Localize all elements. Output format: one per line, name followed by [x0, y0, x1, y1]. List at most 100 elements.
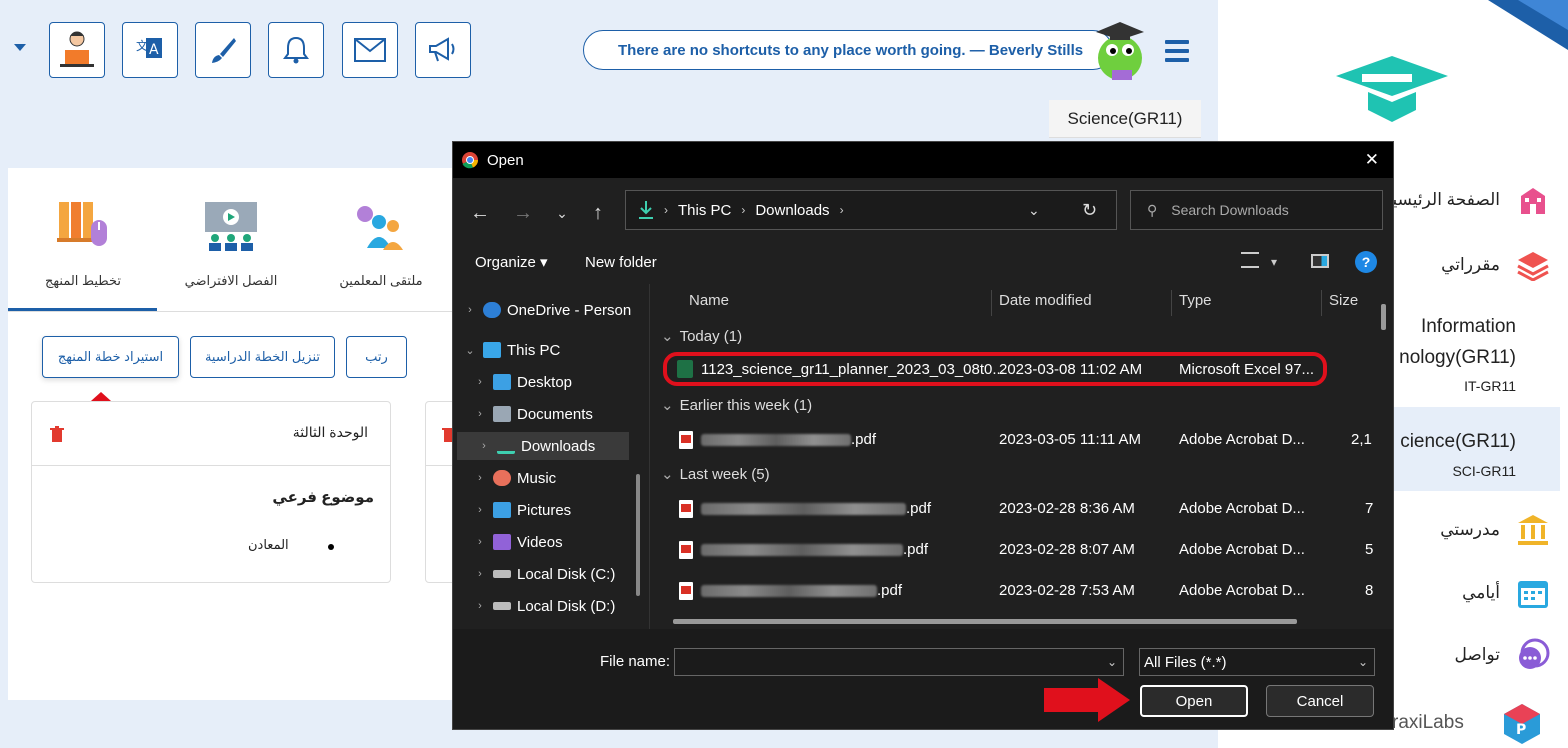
back-arrow-icon[interactable]: ←: [465, 198, 495, 228]
drive-icon: [493, 602, 511, 610]
mail-button[interactable]: [342, 22, 398, 78]
tree-item-desktop[interactable]: › Desktop: [453, 368, 639, 396]
view-list-icon[interactable]: [1241, 252, 1259, 268]
mascot-image: [1088, 14, 1152, 84]
chevron-down-icon: ⌄: [1106, 655, 1117, 669]
chat-icon: [1514, 636, 1552, 674]
tree-item-documents[interactable]: › Documents: [453, 400, 639, 428]
tree-item-downloads[interactable]: › Downloads: [457, 432, 629, 460]
pdf-icon: [679, 582, 693, 600]
download-plan-button[interactable]: تنزيل الخطة الدراسية: [190, 336, 335, 378]
announcements-button[interactable]: [415, 22, 471, 78]
recent-chevron-icon[interactable]: ⌄: [547, 198, 577, 228]
tree-item-this-pc[interactable]: ⌄ This PC: [453, 336, 639, 364]
tree-item-local-disk-d[interactable]: › Local Disk (D:): [453, 592, 639, 620]
tree-scrollbar[interactable]: [636, 474, 640, 596]
organize-button[interactable]: Organize ▾: [475, 253, 548, 271]
breadcrumb-this-pc[interactable]: This PC: [678, 202, 731, 219]
file-type: Adobe Acrobat D...: [1179, 541, 1305, 558]
computer-icon: [483, 342, 501, 358]
highlight-ellipse: [663, 352, 1327, 386]
drive-icon: [493, 570, 511, 578]
calendar-icon: [1514, 574, 1552, 612]
file-date: 2023-02-28 7:53 AM: [999, 582, 1135, 599]
file-list: Name Date modified Type Size ⌄ Today (1) …: [651, 284, 1393, 629]
brush-button[interactable]: [195, 22, 251, 78]
notifications-button[interactable]: [268, 22, 324, 78]
file-type-filter-select[interactable]: All Files (*.*) ⌄: [1139, 648, 1375, 676]
tree-item-pictures[interactable]: › Pictures: [453, 496, 639, 524]
teachers-forum-icon: [357, 206, 403, 250]
command-bar: Organize ▾ New folder ▾ ?: [453, 242, 1393, 282]
cloud-icon: [483, 302, 501, 318]
tab-virtual-classroom[interactable]: الفصل الافتراضي: [156, 198, 306, 289]
brush-icon: [212, 38, 236, 63]
tab-label: ملتقى المعلمين: [339, 273, 423, 288]
music-icon: [493, 470, 511, 486]
desktop-icon: [493, 374, 511, 390]
address-bar[interactable]: › This PC › Downloads › ⌄ ↻: [625, 190, 1117, 230]
up-arrow-icon[interactable]: ↑: [583, 198, 613, 228]
menu-icon[interactable]: [1165, 40, 1189, 67]
file-type: Adobe Acrobat D...: [1179, 431, 1305, 448]
file-size: 2,1: [1351, 431, 1372, 448]
chevron-right-icon: ›: [741, 203, 746, 217]
cancel-button[interactable]: Cancel: [1266, 685, 1374, 717]
group-today[interactable]: ⌄ Today (1): [661, 324, 742, 348]
forward-arrow-icon[interactable]: →: [508, 198, 538, 228]
file-name-label: File name:: [600, 653, 671, 670]
refresh-icon[interactable]: ↻: [1082, 200, 1097, 221]
quote-text: There are no shortcuts to any place wort…: [618, 41, 1084, 59]
file-type: Adobe Acrobat D...: [1179, 582, 1305, 599]
course-tag: Science(GR11): [1049, 100, 1201, 138]
breadcrumb-downloads[interactable]: Downloads: [755, 202, 829, 219]
preview-pane-icon[interactable]: [1311, 254, 1329, 268]
tree-item-local-disk-c[interactable]: › Local Disk (C:): [453, 560, 639, 588]
course-code: SCI-GR11: [1452, 463, 1516, 479]
file-type: Adobe Acrobat D...: [1179, 500, 1305, 517]
teacher-button[interactable]: [49, 22, 105, 78]
tab-teachers-forum[interactable]: ملتقى المعلمين: [306, 198, 456, 289]
column-name[interactable]: Name: [689, 284, 729, 316]
toolbar-dropdown-icon[interactable]: [14, 44, 26, 51]
new-folder-button[interactable]: New folder: [585, 254, 657, 271]
file-name-input[interactable]: ⌄: [674, 648, 1124, 676]
videos-icon: [493, 534, 511, 550]
pane-divider: [649, 284, 650, 629]
file-row[interactable]: .pdf 2023-02-28 8:36 AM Adobe Acrobat D.…: [651, 491, 1373, 527]
tree-item-onedrive[interactable]: › OneDrive - Person: [453, 296, 639, 324]
chrome-icon: [462, 152, 479, 169]
svg-text:A: A: [149, 42, 159, 58]
search-icon: ⚲: [1147, 201, 1158, 218]
column-size[interactable]: Size: [1329, 284, 1358, 316]
open-file-dialog: Open ✕ ← → ⌄ ↑ › This PC › Downloads › ⌄…: [452, 141, 1394, 730]
column-type[interactable]: Type: [1179, 284, 1212, 316]
file-row[interactable]: .pdf 2023-03-05 11:11 AM Adobe Acrobat D…: [651, 422, 1372, 458]
column-date-modified[interactable]: Date modified: [999, 284, 1092, 316]
help-icon[interactable]: ?: [1355, 251, 1377, 273]
file-row[interactable]: .pdf 2023-02-28 8:07 AM Adobe Acrobat D.…: [651, 532, 1373, 568]
sidebar-item-label: الصفحة الرئيسية: [1383, 190, 1500, 209]
close-icon[interactable]: ✕: [1365, 150, 1379, 170]
translate-button[interactable]: A文: [122, 22, 178, 78]
group-earlier-this-week[interactable]: ⌄ Earlier this week (1): [661, 393, 812, 417]
horizontal-scrollbar[interactable]: [673, 619, 1297, 624]
file-size: 8: [1365, 582, 1374, 599]
file-date: 2023-02-28 8:36 AM: [999, 500, 1135, 517]
view-options-caret-icon[interactable]: ▾: [1271, 255, 1277, 269]
group-last-week[interactable]: ⌄ Last week (5): [661, 462, 770, 486]
tree-item-videos[interactable]: › Videos: [453, 528, 639, 556]
search-downloads-input[interactable]: ⚲ Search Downloads: [1130, 190, 1383, 230]
tab-curriculum-planning[interactable]: تخطيط المنهج: [8, 198, 158, 289]
trash-icon[interactable]: [50, 426, 64, 442]
file-date: 2023-02-28 8:07 AM: [999, 541, 1135, 558]
file-row[interactable]: .pdf 2023-02-28 7:53 AM Adobe Acrobat D.…: [651, 573, 1374, 609]
open-button[interactable]: Open: [1140, 685, 1248, 717]
navigation-tree: › OneDrive - Person ⌄ This PC › Desktop › Do…: [453, 284, 639, 629]
megaphone-icon: [429, 37, 455, 62]
vertical-scrollbar[interactable]: [1381, 304, 1386, 330]
sort-button[interactable]: رتب: [346, 336, 407, 378]
import-plan-button[interactable]: استيراد خطة المنهج: [42, 336, 179, 378]
address-dropdown-icon[interactable]: ⌄: [1028, 202, 1040, 219]
tree-item-music[interactable]: › Music: [453, 464, 639, 492]
